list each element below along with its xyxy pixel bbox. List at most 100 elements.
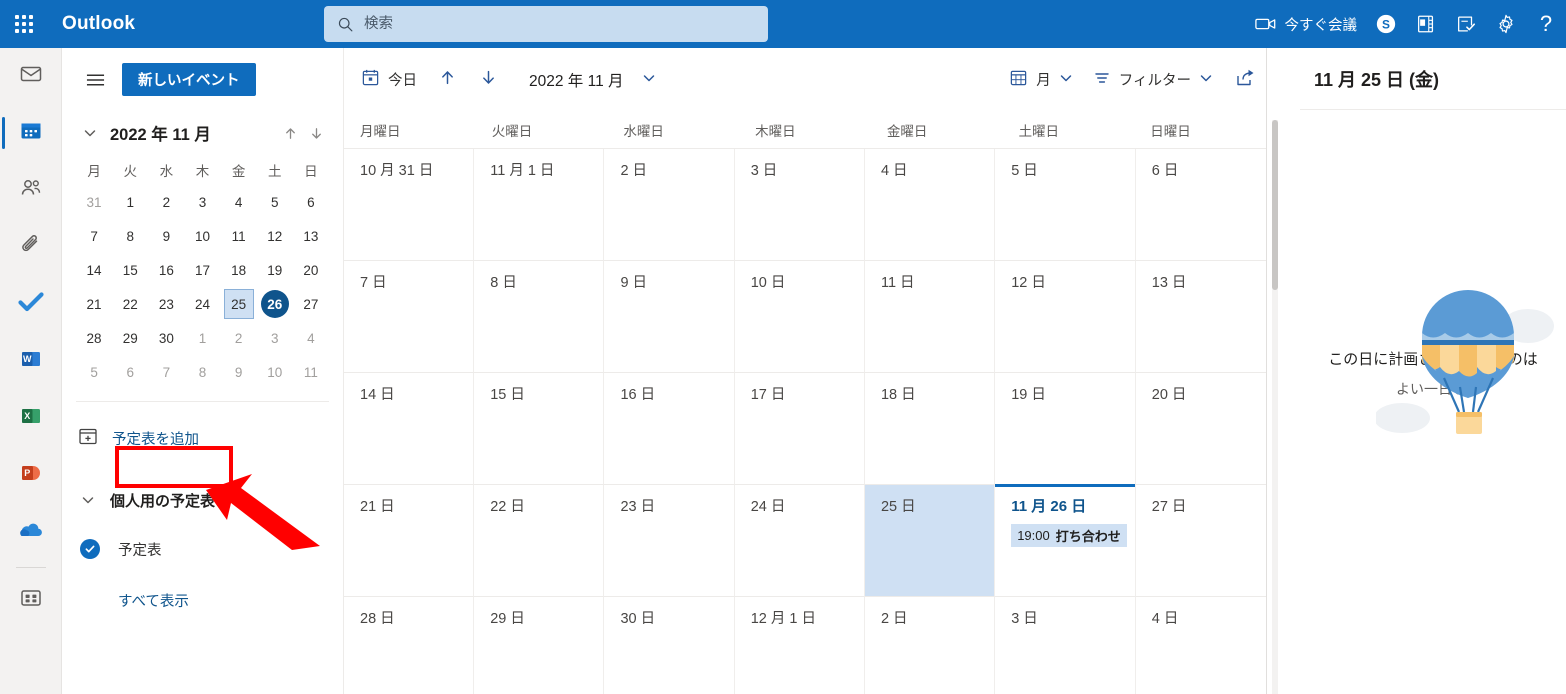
calendar-day-cell[interactable]: 30 日 bbox=[604, 597, 735, 694]
calendar-day-cell[interactable]: 11 月 1 日 bbox=[474, 149, 605, 261]
mini-calendar-day[interactable]: 2 bbox=[148, 185, 184, 219]
calendar-day-cell[interactable]: 17 日 bbox=[734, 373, 865, 485]
share-button[interactable] bbox=[1224, 62, 1266, 98]
mini-next-month-arrow-down-icon[interactable] bbox=[303, 120, 329, 146]
mini-calendar-day[interactable]: 8 bbox=[184, 355, 220, 389]
calendar-day-cell[interactable]: 3 日 bbox=[995, 597, 1136, 694]
mini-calendar-day[interactable]: 19 bbox=[257, 253, 293, 287]
calendar-day-cell[interactable]: 14 日 bbox=[344, 373, 475, 485]
mini-prev-month-arrow-up-icon[interactable] bbox=[277, 120, 303, 146]
view-switch-button[interactable]: 月 bbox=[1000, 62, 1082, 98]
mini-calendar-day[interactable]: 2 bbox=[221, 321, 257, 355]
calendar-day-cell[interactable]: 3 日 bbox=[734, 149, 865, 261]
calendar-day-cell[interactable]: 2 日 bbox=[604, 149, 735, 261]
app-launcher-icon[interactable] bbox=[0, 0, 48, 48]
help-button[interactable]: ? bbox=[1526, 0, 1566, 48]
calendar-scrollbar[interactable] bbox=[1272, 120, 1278, 694]
mini-calendar-day[interactable]: 4 bbox=[293, 321, 329, 355]
calendar-day-cell[interactable]: 19 日 bbox=[995, 373, 1136, 485]
mini-calendar-day[interactable]: 17 bbox=[184, 253, 220, 287]
mini-calendar-day[interactable]: 16 bbox=[148, 253, 184, 287]
mini-calendar-day[interactable]: 7 bbox=[76, 219, 112, 253]
prev-period-button[interactable] bbox=[428, 62, 467, 98]
calendar-day-cell[interactable]: 13 日 bbox=[1135, 261, 1266, 373]
sidebar-item-todo[interactable] bbox=[0, 276, 62, 333]
calendar-day-cell[interactable]: 4 日 bbox=[864, 149, 996, 261]
mini-calendar-day[interactable]: 1 bbox=[184, 321, 220, 355]
onenote-button[interactable] bbox=[1406, 0, 1446, 48]
calendar-day-cell[interactable]: 10 月 31 日 bbox=[344, 149, 475, 261]
calendar-day-cell[interactable]: 15 日 bbox=[474, 373, 605, 485]
sidebar-item-excel[interactable]: X bbox=[0, 390, 62, 447]
mini-calendar-day[interactable]: 7 bbox=[148, 355, 184, 389]
mini-calendar-day[interactable]: 1 bbox=[112, 185, 148, 219]
mini-calendar-day[interactable]: 31 bbox=[76, 185, 112, 219]
calendar-day-cell[interactable]: 6 日 bbox=[1135, 149, 1266, 261]
personal-calendars-group[interactable]: 個人用の予定表 bbox=[62, 480, 343, 520]
mini-calendar-day[interactable]: 14 bbox=[76, 253, 112, 287]
mini-calendar-day[interactable]: 6 bbox=[293, 185, 329, 219]
mini-calendar-day[interactable]: 11 bbox=[293, 355, 329, 389]
calendar-day-cell[interactable]: 5 日 bbox=[995, 149, 1136, 261]
sidebar-item-people[interactable] bbox=[0, 162, 62, 219]
calendar-day-cell[interactable]: 2 日 bbox=[865, 597, 996, 694]
filter-button[interactable]: フィルター bbox=[1084, 62, 1222, 98]
sidebar-item-onedrive[interactable] bbox=[0, 504, 62, 561]
mini-calendar-day[interactable]: 28 bbox=[76, 321, 112, 355]
calendar-event[interactable]: 19:00 打ち合わせ bbox=[1011, 524, 1127, 547]
mini-calendar-day[interactable]: 3 bbox=[257, 321, 293, 355]
calendar-day-cell[interactable]: 28 日 bbox=[344, 597, 475, 694]
calendar-day-cell[interactable]: 12 月 1 日 bbox=[735, 597, 865, 694]
mini-calendar-day[interactable]: 21 bbox=[76, 287, 112, 321]
mini-calendar-day[interactable]: 13 bbox=[293, 219, 329, 253]
current-date-button[interactable]: 2022 年 11 月 bbox=[510, 62, 665, 98]
mini-calendar-day[interactable]: 9 bbox=[148, 219, 184, 253]
mini-calendar-day[interactable]: 29 bbox=[112, 321, 148, 355]
today-button[interactable]: 今日 bbox=[352, 62, 426, 98]
mini-calendar-day[interactable]: 20 bbox=[293, 253, 329, 287]
check-circle-icon[interactable] bbox=[80, 539, 100, 559]
calendar-day-cell[interactable]: 23 日 bbox=[604, 485, 735, 597]
mini-calendar-day[interactable]: 10 bbox=[257, 355, 293, 389]
search-box[interactable] bbox=[324, 6, 768, 42]
sidebar-item-powerpoint[interactable]: P bbox=[0, 447, 62, 504]
scrollbar-thumb[interactable] bbox=[1272, 120, 1278, 290]
search-input[interactable] bbox=[364, 9, 744, 39]
mini-calendar-day[interactable]: 18 bbox=[221, 253, 257, 287]
calendar-day-cell[interactable]: 8 日 bbox=[474, 261, 605, 373]
calendar-day-cell[interactable]: 24 日 bbox=[734, 485, 865, 597]
calendar-day-cell[interactable]: 16 日 bbox=[604, 373, 735, 485]
calendar-day-cell[interactable]: 27 日 bbox=[1135, 485, 1266, 597]
calendar-day-cell[interactable]: 25 日 bbox=[864, 485, 996, 597]
mini-calendar-day[interactable]: 23 bbox=[148, 287, 184, 321]
mini-calendar-day[interactable]: 15 bbox=[112, 253, 148, 287]
mini-calendar-day[interactable]: 26 bbox=[257, 287, 293, 321]
chevron-down-icon[interactable] bbox=[76, 119, 104, 147]
mini-calendar-day[interactable]: 22 bbox=[112, 287, 148, 321]
calendar-day-cell[interactable]: 20 日 bbox=[1135, 373, 1266, 485]
mini-calendar-day[interactable]: 24 bbox=[184, 287, 220, 321]
todo-button[interactable] bbox=[1446, 0, 1486, 48]
mini-calendar-day[interactable]: 11 bbox=[221, 219, 257, 253]
sidebar-item-mail[interactable] bbox=[0, 48, 62, 105]
skype-button[interactable]: S bbox=[1366, 0, 1406, 48]
sidebar-item-files[interactable] bbox=[0, 219, 62, 276]
add-calendar-button[interactable]: 予定表を追加 bbox=[62, 418, 343, 458]
settings-button[interactable] bbox=[1486, 0, 1526, 48]
mini-calendar-day[interactable]: 10 bbox=[184, 219, 220, 253]
calendar-day-cell[interactable]: 11 日 bbox=[864, 261, 996, 373]
calendar-list-item[interactable]: 予定表 bbox=[62, 530, 343, 568]
sidebar-item-all-apps[interactable] bbox=[0, 572, 62, 629]
sidebar-item-calendar[interactable] bbox=[0, 105, 62, 162]
mini-calendar-day[interactable]: 25 bbox=[221, 287, 257, 321]
show-all-button[interactable]: すべて表示 bbox=[62, 590, 343, 611]
mini-calendar-day[interactable]: 12 bbox=[257, 219, 293, 253]
new-event-button[interactable]: 新しいイベント bbox=[122, 63, 256, 96]
calendar-day-cell[interactable]: 9 日 bbox=[604, 261, 735, 373]
calendar-day-cell[interactable]: 18 日 bbox=[864, 373, 996, 485]
mini-calendar-day[interactable]: 3 bbox=[184, 185, 220, 219]
calendar-day-cell[interactable]: 21 日 bbox=[344, 485, 475, 597]
calendar-day-cell[interactable]: 4 日 bbox=[1136, 597, 1266, 694]
mini-calendar-day[interactable]: 30 bbox=[148, 321, 184, 355]
mini-calendar-day[interactable]: 5 bbox=[76, 355, 112, 389]
